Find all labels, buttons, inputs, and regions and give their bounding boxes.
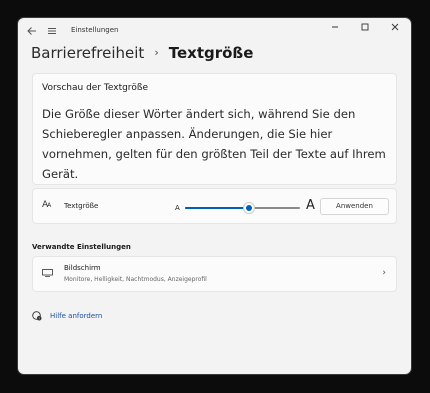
display-title: Bildschirm xyxy=(64,264,101,272)
slider-max-label: A xyxy=(306,198,315,213)
text-size-label: Textgröße xyxy=(64,202,99,210)
close-icon xyxy=(391,23,399,31)
maximize-button[interactable] xyxy=(353,21,377,39)
breadcrumb-separator: › xyxy=(154,46,159,59)
menu-button[interactable] xyxy=(44,23,60,39)
slider-thumb[interactable] xyxy=(244,203,255,213)
text-size-slider[interactable] xyxy=(185,201,300,215)
breadcrumb-parent[interactable]: Barrierefreiheit xyxy=(31,44,144,62)
preview-heading: Vorschau der Textgröße xyxy=(42,83,149,93)
breadcrumb: Barrierefreiheit › Textgröße xyxy=(31,44,253,62)
back-arrow-icon xyxy=(27,27,36,35)
close-button[interactable] xyxy=(383,21,407,39)
maximize-icon xyxy=(361,23,369,31)
app-title: Einstellungen xyxy=(71,26,119,34)
get-help-link[interactable]: Hilfe anfordern xyxy=(50,312,102,320)
apply-button[interactable]: Anwenden xyxy=(320,198,389,215)
monitor-icon xyxy=(42,269,53,277)
display-settings-link[interactable]: Bildschirm Monitore, Helligkeit, Nachtmo… xyxy=(32,256,397,292)
slider-min-label: A xyxy=(175,204,180,212)
display-subtitle: Monitore, Helligkeit, Nachtmodus, Anzeig… xyxy=(64,276,207,283)
preview-text: Die Größe dieser Wörter ändert sich, wäh… xyxy=(42,107,386,181)
minimize-icon xyxy=(332,26,338,28)
related-settings-heading: Verwandte Einstellungen xyxy=(32,243,131,251)
page-title: Textgröße xyxy=(168,44,254,62)
slider-fill xyxy=(185,207,250,209)
title-bar: Einstellungen xyxy=(18,18,411,44)
settings-window: Einstellungen Barrierefreiheit › Textgröße… xyxy=(18,18,411,374)
text-size-setting: AA Textgröße A A Anwenden xyxy=(32,188,397,224)
text-size-icon: AA xyxy=(42,200,51,210)
help-icon[interactable]: ? xyxy=(32,311,42,321)
chevron-right-icon: › xyxy=(382,268,386,278)
minimize-button[interactable] xyxy=(323,21,347,39)
text-preview-card: Vorschau der Textgröße Die Größe dieser … xyxy=(32,73,397,185)
hamburger-icon xyxy=(48,28,56,34)
back-button[interactable] xyxy=(24,23,40,39)
